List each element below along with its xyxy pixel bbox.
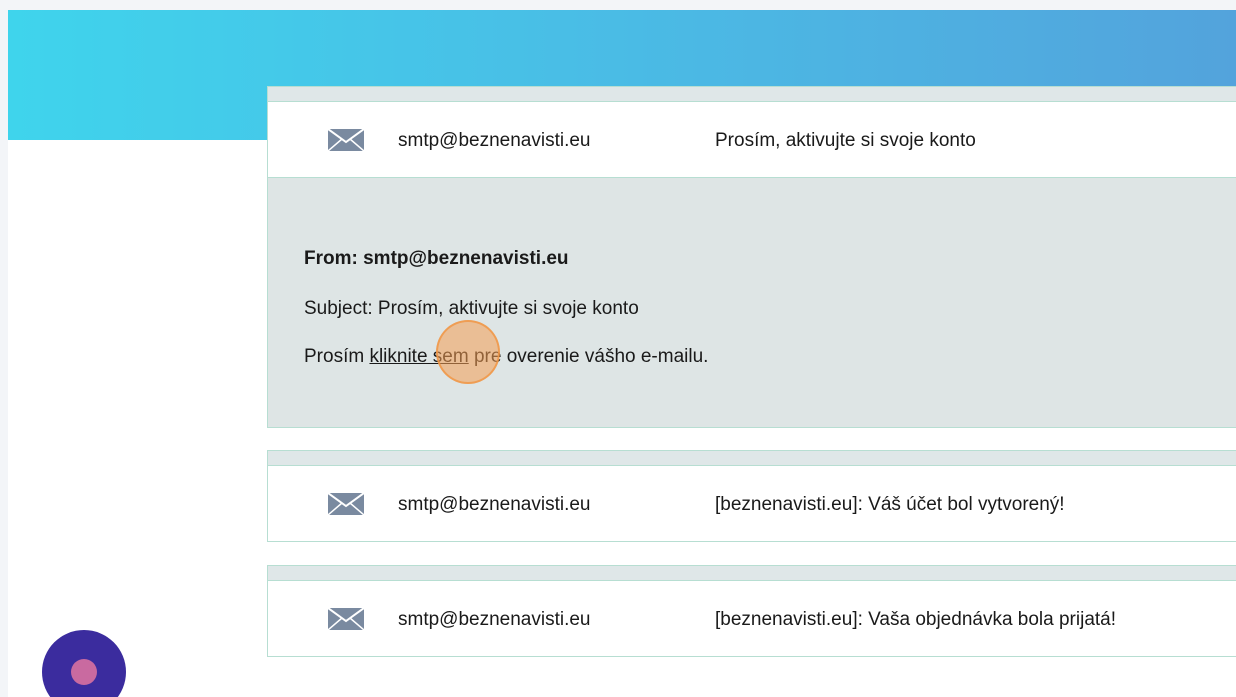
email-card: smtp@beznenavisti.eu [beznenavisti.eu]: … bbox=[267, 450, 1236, 542]
email-sender: smtp@beznenavisti.eu bbox=[398, 130, 591, 151]
email-card: smtp@beznenavisti.eu [beznenavisti.eu]: … bbox=[267, 565, 1236, 657]
card-strip bbox=[268, 451, 1236, 466]
page: smtp@beznenavisti.eu Prosím, aktivujte s… bbox=[8, 10, 1236, 697]
email-subject-line: Subject: Prosím, aktivujte si svoje kont… bbox=[304, 298, 639, 319]
email-subject: [beznenavisti.eu]: Vaša objednávka bola … bbox=[715, 609, 1117, 630]
click-indicator bbox=[436, 320, 500, 384]
email-body-suffix: pre overenie vášho e-mailu. bbox=[468, 346, 709, 367]
email-sender: smtp@beznenavisti.eu bbox=[398, 609, 591, 630]
email-subject: [beznenavisti.eu]: Váš účet bol vytvoren… bbox=[715, 494, 1065, 515]
email-subject: Prosím, aktivujte si svoje konto bbox=[715, 130, 976, 151]
email-card: smtp@beznenavisti.eu Prosím, aktivujte s… bbox=[267, 86, 1236, 428]
email-body: Prosím kliknite sem pre overenie vášho e… bbox=[304, 346, 708, 368]
envelope-icon bbox=[327, 607, 365, 635]
email-sender: smtp@beznenavisti.eu bbox=[398, 494, 591, 515]
email-row[interactable]: smtp@beznenavisti.eu Prosím, aktivujte s… bbox=[268, 102, 1236, 177]
email-row[interactable]: smtp@beznenavisti.eu [beznenavisti.eu]: … bbox=[268, 581, 1236, 656]
email-from-line: From: smtp@beznenavisti.eu bbox=[304, 248, 569, 269]
email-detail: From: smtp@beznenavisti.eu Subject: Pros… bbox=[268, 177, 1236, 427]
email-row[interactable]: smtp@beznenavisti.eu [beznenavisti.eu]: … bbox=[268, 466, 1236, 541]
fab-dot-icon bbox=[71, 659, 97, 685]
floating-action-button[interactable] bbox=[42, 630, 126, 697]
card-strip bbox=[268, 566, 1236, 581]
envelope-icon bbox=[327, 128, 365, 156]
email-body-prefix: Prosím bbox=[304, 346, 370, 367]
envelope-icon bbox=[327, 492, 365, 520]
card-strip bbox=[268, 87, 1236, 102]
